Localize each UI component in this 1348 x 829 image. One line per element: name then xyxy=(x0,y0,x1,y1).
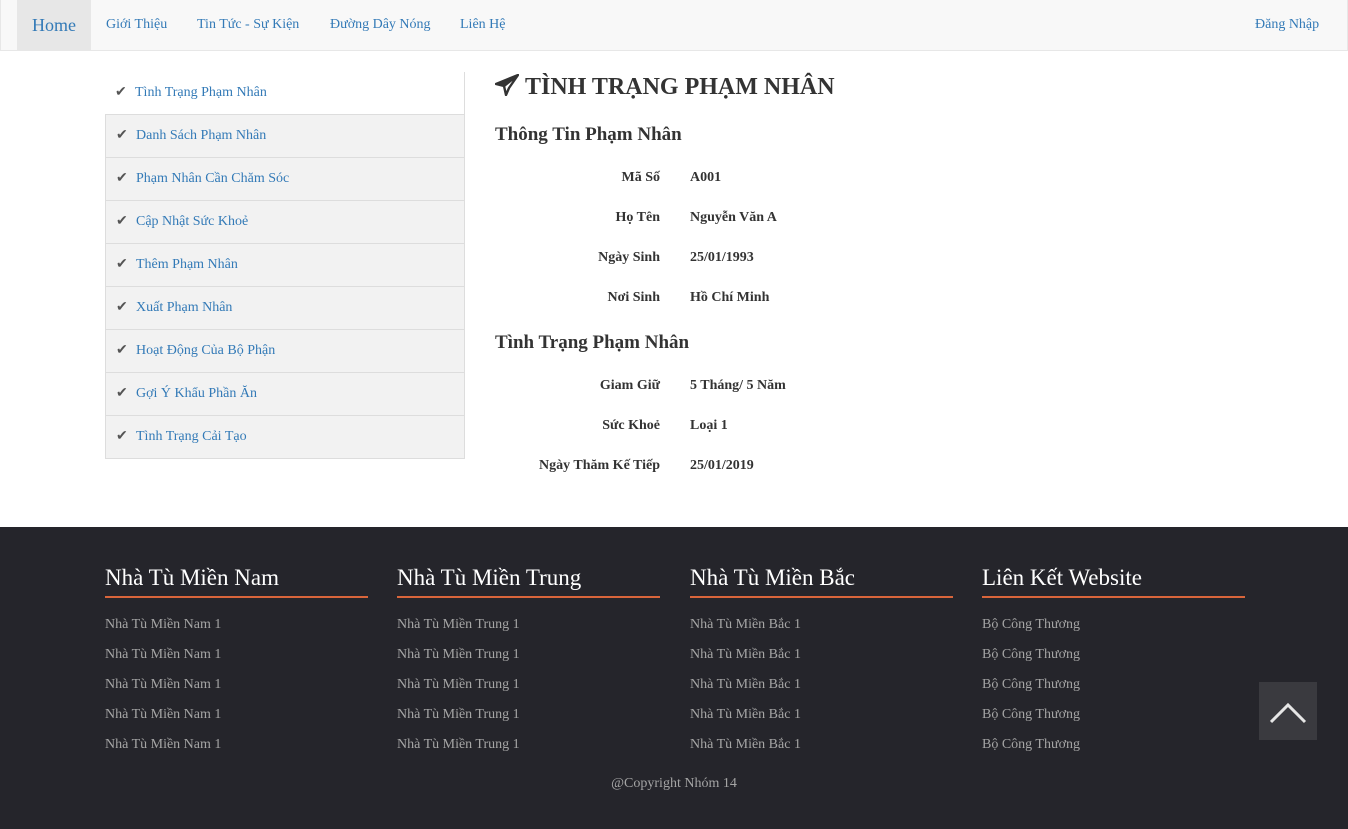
info-row-ma-so: Mã Số A001 xyxy=(495,170,995,190)
sidebar-item-label: Tình Trạng Cải Tạo xyxy=(136,429,247,444)
footer-link[interactable]: Nhà Tù Miền Bắc 1 xyxy=(690,640,953,670)
footer-column-title: Nhà Tù Miền Bắc xyxy=(690,565,953,598)
status-value: 25/01/2019 xyxy=(690,458,754,473)
page-title-text: TÌNH TRẠNG PHẠM NHÂN xyxy=(525,74,835,100)
info-value: 25/01/1993 xyxy=(690,250,754,265)
info-label: Họ Tên xyxy=(615,210,660,225)
footer-column-lien-ket: Liên Kết Website Bộ Công Thương Bộ Công … xyxy=(982,565,1245,760)
info-label: Ngày Sinh xyxy=(598,250,660,265)
footer-link[interactable]: Bộ Công Thương xyxy=(982,670,1245,700)
info-label: Nơi Sinh xyxy=(607,290,661,305)
footer-link[interactable]: Nhà Tù Miền Trung 1 xyxy=(397,730,660,760)
check-icon: ✔ xyxy=(116,300,128,315)
info-row-ngay-sinh: Ngày Sinh 25/01/1993 xyxy=(495,250,995,270)
footer-link[interactable]: Nhà Tù Miền Bắc 1 xyxy=(690,610,953,640)
info-value: A001 xyxy=(690,170,722,185)
status-label: Ngày Thăm Kế Tiếp xyxy=(539,458,660,473)
sidebar-item-tinh-trang-pham-nhan[interactable]: ✔ Tình Trạng Phạm Nhân xyxy=(105,72,465,115)
footer-link[interactable]: Bộ Công Thương xyxy=(982,610,1245,640)
status-row-giam-giu: Giam Giữ 5 Tháng/ 5 Năm xyxy=(495,378,995,398)
back-to-top-button[interactable] xyxy=(1259,682,1317,740)
nav-login[interactable]: Đăng Nhập xyxy=(1255,0,1319,50)
sidebar-item-label: Tình Trạng Phạm Nhân xyxy=(135,85,267,100)
sidebar-menu: ✔ Tình Trạng Phạm Nhân ✔ Danh Sách Phạm Nh… xyxy=(105,72,465,459)
paper-plane-icon xyxy=(494,73,520,97)
info-row-noi-sinh: Nơi Sinh Hồ Chí Minh xyxy=(495,290,995,310)
footer-link[interactable]: Nhà Tù Miền Trung 1 xyxy=(397,610,660,640)
nav-item-lien-he[interactable]: Liên Hệ xyxy=(460,0,505,50)
footer-column-title: Liên Kết Website xyxy=(982,565,1245,598)
info-heading: Thông Tin Phạm Nhân xyxy=(495,124,682,145)
sidebar-item-label: Hoạt Động Của Bộ Phận xyxy=(136,343,276,358)
footer-link[interactable]: Bộ Công Thương xyxy=(982,640,1245,670)
footer-link[interactable]: Nhà Tù Miền Nam 1 xyxy=(105,730,368,760)
sidebar-item-label: Xuất Phạm Nhân xyxy=(136,300,233,315)
status-value: 5 Tháng/ 5 Năm xyxy=(690,378,786,393)
footer-link[interactable]: Nhà Tù Miền Nam 1 xyxy=(105,700,368,730)
sidebar-item-cap-nhat-suc-khoe[interactable]: ✔ Cập Nhật Sức Khoẻ xyxy=(105,201,465,244)
footer-link[interactable]: Nhà Tù Miền Bắc 1 xyxy=(690,730,953,760)
footer-link[interactable]: Nhà Tù Miền Nam 1 xyxy=(105,610,368,640)
status-value: Loại 1 xyxy=(690,418,728,433)
nav-item-duong-day-nong[interactable]: Đường Dây Nóng xyxy=(330,0,431,50)
sidebar-item-xuat-pham-nhan[interactable]: ✔ Xuất Phạm Nhân xyxy=(105,287,465,330)
top-navbar: Home Giới Thiệu Tin Tức - Sự Kiện Đường … xyxy=(0,0,1348,51)
nav-home[interactable]: Home xyxy=(17,0,91,50)
sidebar-item-label: Gợi Ý Khẩu Phần Ăn xyxy=(136,386,257,401)
sidebar-item-danh-sach[interactable]: ✔ Danh Sách Phạm Nhân xyxy=(105,115,465,158)
footer-column-title: Nhà Tù Miền Nam xyxy=(105,565,368,598)
check-icon: ✔ xyxy=(116,257,128,272)
sidebar-item-can-cham-soc[interactable]: ✔ Phạm Nhân Cần Chăm Sóc xyxy=(105,158,465,201)
footer-column-mien-bac: Nhà Tù Miền Bắc Nhà Tù Miền Bắc 1 Nhà Tù… xyxy=(690,565,953,760)
info-label: Mã Số xyxy=(621,170,661,185)
check-icon: ✔ xyxy=(116,128,128,143)
sidebar-item-goi-y-khau-phan[interactable]: ✔ Gợi Ý Khẩu Phần Ăn xyxy=(105,373,465,416)
footer-link[interactable]: Nhà Tù Miền Trung 1 xyxy=(397,700,660,730)
footer-link[interactable]: Bộ Công Thương xyxy=(982,700,1245,730)
check-icon: ✔ xyxy=(116,386,128,401)
footer-link[interactable]: Nhà Tù Miền Trung 1 xyxy=(397,670,660,700)
check-icon: ✔ xyxy=(116,429,128,444)
footer-link[interactable]: Bộ Công Thương xyxy=(982,730,1245,760)
info-row-ho-ten: Họ Tên Nguyễn Văn A xyxy=(495,210,995,230)
footer-link[interactable]: Nhà Tù Miền Bắc 1 xyxy=(690,670,953,700)
nav-item-tin-tuc[interactable]: Tin Tức - Sự Kiện xyxy=(197,0,299,50)
sidebar-item-tinh-trang-cai-tao[interactable]: ✔ Tình Trạng Cải Tạo xyxy=(105,416,465,459)
footer-link[interactable]: Nhà Tù Miền Nam 1 xyxy=(105,640,368,670)
status-row-ngay-tham: Ngày Thăm Kế Tiếp 25/01/2019 xyxy=(495,458,995,478)
footer-link[interactable]: Nhà Tù Miền Nam 1 xyxy=(105,670,368,700)
info-value: Hồ Chí Minh xyxy=(690,290,770,305)
status-label: Giam Giữ xyxy=(599,378,660,393)
footer-column-title: Nhà Tù Miền Trung xyxy=(397,565,660,598)
check-icon: ✔ xyxy=(116,171,128,186)
info-value: Nguyễn Văn A xyxy=(690,210,777,225)
status-heading: Tình Trạng Phạm Nhân xyxy=(495,332,690,353)
footer-column-mien-trung: Nhà Tù Miền Trung Nhà Tù Miền Trung 1 Nh… xyxy=(397,565,660,760)
sidebar-item-them-pham-nhan[interactable]: ✔ Thêm Phạm Nhân xyxy=(105,244,465,287)
copyright: @Copyright Nhóm 14 xyxy=(611,776,737,791)
footer: Nhà Tù Miền Nam Nhà Tù Miền Nam 1 Nhà Tù… xyxy=(0,527,1348,829)
nav-item-gioi-thieu[interactable]: Giới Thiệu xyxy=(106,0,167,50)
page-title: TÌNH TRẠNG PHẠM NHÂN xyxy=(494,72,835,102)
check-icon: ✔ xyxy=(116,343,128,358)
status-row-suc-khoe: Sức Khoẻ Loại 1 xyxy=(495,418,995,438)
check-icon: ✔ xyxy=(115,85,127,100)
footer-link[interactable]: Nhà Tù Miền Trung 1 xyxy=(397,640,660,670)
footer-link[interactable]: Nhà Tù Miền Bắc 1 xyxy=(690,700,953,730)
sidebar-item-label: Thêm Phạm Nhân xyxy=(136,257,238,272)
chevron-up-icon xyxy=(1269,702,1307,724)
sidebar-item-label: Danh Sách Phạm Nhân xyxy=(136,128,267,143)
check-icon: ✔ xyxy=(116,214,128,229)
footer-column-mien-nam: Nhà Tù Miền Nam Nhà Tù Miền Nam 1 Nhà Tù… xyxy=(105,565,368,760)
sidebar-item-label: Cập Nhật Sức Khoẻ xyxy=(136,214,249,229)
status-label: Sức Khoẻ xyxy=(602,418,660,433)
sidebar-item-hoat-dong[interactable]: ✔ Hoạt Động Của Bộ Phận xyxy=(105,330,465,373)
sidebar-item-label: Phạm Nhân Cần Chăm Sóc xyxy=(136,171,290,186)
